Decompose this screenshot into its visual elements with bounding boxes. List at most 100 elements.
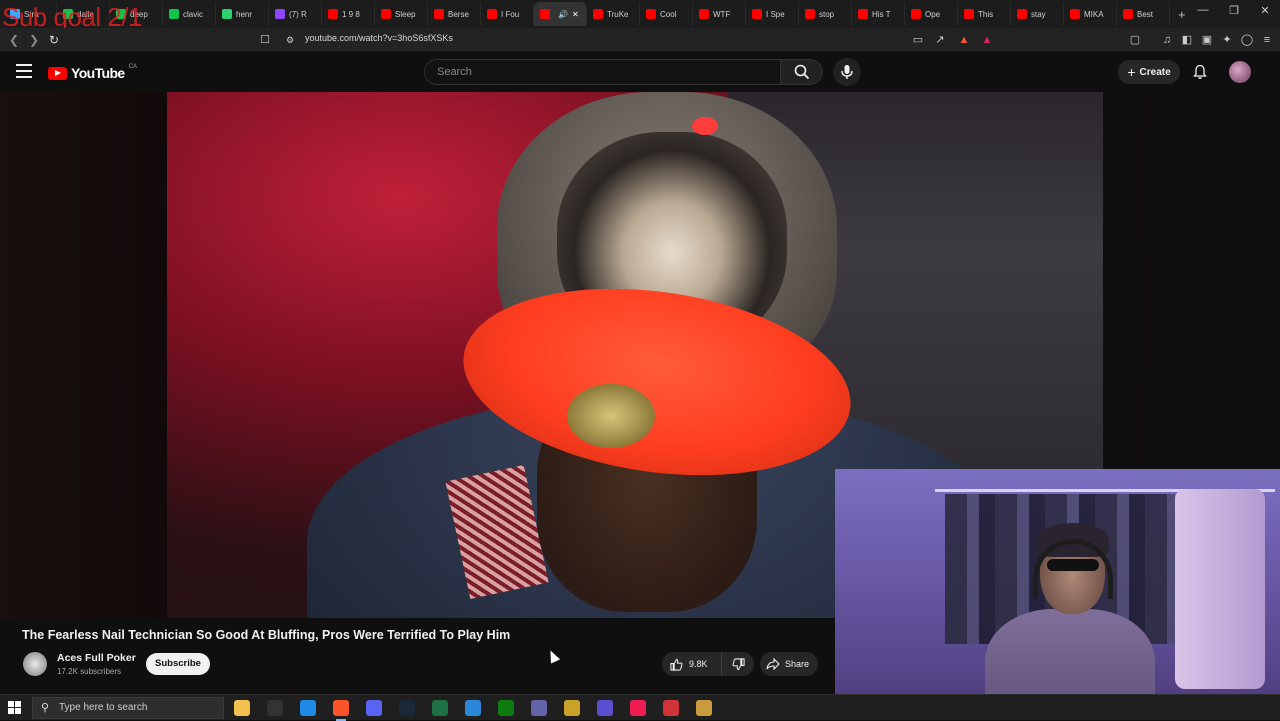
tab-favicon-icon xyxy=(116,9,126,19)
tab-label: This xyxy=(978,9,994,19)
browser-tab[interactable]: Ope xyxy=(905,2,958,26)
hanging-jacket xyxy=(1175,489,1265,689)
tiktok-icon[interactable] xyxy=(630,700,646,716)
tab-label: Ope xyxy=(925,9,941,19)
vpn-icon[interactable]: ◯ xyxy=(1240,33,1254,47)
taskbar-search-placeholder: Type here to search xyxy=(59,702,148,713)
subscribe-button[interactable]: Subscribe xyxy=(146,653,210,675)
account-avatar[interactable] xyxy=(1229,61,1251,83)
channel-avatar[interactable] xyxy=(23,652,47,676)
bookmark-icon[interactable]: ☐ xyxy=(258,33,272,47)
browser-tab[interactable]: I Spe xyxy=(746,2,799,26)
discord-icon[interactable] xyxy=(366,700,382,716)
plus-icon: + xyxy=(1127,64,1136,80)
tab-favicon-icon xyxy=(10,9,20,19)
tab-favicon-icon xyxy=(1123,9,1133,19)
tab-label: stay xyxy=(1031,9,1046,19)
notifications-bell-icon[interactable] xyxy=(1192,64,1208,80)
browser-tab[interactable]: I Fou xyxy=(481,2,534,26)
tab-favicon-icon xyxy=(593,9,603,19)
browser-tab[interactable]: Best xyxy=(1117,2,1170,26)
address-bar: ❮ ❯ ↻ ☐ ⚙ youtube.com/watch?v=3hoS6sfXSK… xyxy=(0,28,1280,52)
browser-tab[interactable]: henr xyxy=(216,2,269,26)
thumbs-down-icon xyxy=(732,657,745,670)
browser-tab[interactable]: stay xyxy=(1011,2,1064,26)
reload-icon[interactable]: ↻ xyxy=(46,32,62,48)
browser-tab[interactable]: clavic xyxy=(163,2,216,26)
tab-close-icon[interactable]: ✕ xyxy=(572,10,579,19)
file-explorer-icon[interactable] xyxy=(234,700,250,716)
youtube-logo[interactable]: YouTube CA xyxy=(48,64,137,81)
panel-icon[interactable]: ◧ xyxy=(1180,33,1194,47)
browser-tab[interactable]: Berse xyxy=(428,2,481,26)
guide-menu-icon[interactable] xyxy=(16,64,32,78)
voice-search-button[interactable] xyxy=(833,58,861,86)
browser-tab[interactable]: Sleep xyxy=(375,2,428,26)
tab-favicon-icon xyxy=(1070,9,1080,19)
tab-favicon-icon xyxy=(275,9,285,19)
browser-tab[interactable]: stop xyxy=(799,2,852,26)
tab-label: I Fou xyxy=(501,9,520,19)
browser-tab[interactable]: Stra xyxy=(4,2,57,26)
xbox-icon[interactable] xyxy=(498,700,514,716)
share-page-icon[interactable]: ↗ xyxy=(933,33,947,47)
tab-favicon-icon xyxy=(487,9,497,19)
search-button[interactable] xyxy=(781,59,823,85)
stats-icon[interactable] xyxy=(564,700,580,716)
leo-icon[interactable]: ✦ xyxy=(1220,33,1234,47)
cast-icon[interactable]: ▭ xyxy=(911,33,925,47)
tab-label: Cool xyxy=(660,9,677,19)
site-info-icon[interactable]: ⚙ xyxy=(283,33,297,47)
browser-tab[interactable]: 1 9 8 xyxy=(322,2,375,26)
steam-icon[interactable] xyxy=(399,700,415,716)
share-button[interactable]: Share xyxy=(760,652,818,676)
restore-icon[interactable]: ❐ xyxy=(1219,4,1249,17)
spreadsheet-icon[interactable] xyxy=(432,700,448,716)
browser-tab-active[interactable]: 🔊 ✕ xyxy=(534,2,587,26)
lol-icon[interactable] xyxy=(696,700,712,716)
shield-icon[interactable] xyxy=(531,700,547,716)
back-icon[interactable]: ❮ xyxy=(6,32,22,48)
browser-tab[interactable]: MIKA xyxy=(1064,2,1117,26)
sidebar-toggle-icon[interactable]: ▢ xyxy=(1128,33,1142,47)
edge-icon[interactable] xyxy=(300,700,316,716)
browser-tab[interactable]: dalle xyxy=(57,2,110,26)
search-icon xyxy=(794,64,810,80)
browser-tab[interactable]: WTF xyxy=(693,2,746,26)
browser-tab[interactable]: deep xyxy=(110,2,163,26)
tab-label: (7) R xyxy=(289,9,307,19)
search-input[interactable]: Search xyxy=(424,59,781,85)
music-icon[interactable]: ♫ xyxy=(1160,33,1174,47)
browser-tab[interactable]: (7) R xyxy=(269,2,322,26)
dislike-button[interactable] xyxy=(722,652,754,676)
tab-favicon-icon xyxy=(540,9,550,19)
create-button[interactable]: + Create xyxy=(1118,60,1180,84)
browser-tab[interactable]: Cool xyxy=(640,2,693,26)
like-button[interactable]: 9.8K xyxy=(662,652,722,676)
youtube-play-icon xyxy=(48,66,67,80)
close-window-icon[interactable]: ✕ xyxy=(1250,4,1280,17)
messenger-icon[interactable] xyxy=(597,700,613,716)
minimize-icon[interactable]: — xyxy=(1188,4,1218,16)
taskbar-search-input[interactable]: ⚲ Type here to search xyxy=(32,697,224,719)
app-icon[interactable] xyxy=(465,700,481,716)
browser-tab[interactable]: TruKe xyxy=(587,2,640,26)
windows-start-icon[interactable] xyxy=(8,701,22,715)
brave-shields-icon[interactable]: ▲ xyxy=(957,33,971,47)
menu-icon[interactable]: ≡ xyxy=(1260,33,1274,47)
epic-games-icon[interactable] xyxy=(267,700,283,716)
brave-rewards-icon[interactable]: ▲ xyxy=(980,33,994,47)
browser-tab[interactable]: This xyxy=(958,2,1011,26)
create-label: Create xyxy=(1139,66,1171,78)
url-field[interactable]: youtube.com/watch?v=3hoS6sfXSKs xyxy=(305,33,453,43)
tab-label: deep xyxy=(130,9,148,19)
wallet-icon[interactable]: ▣ xyxy=(1200,33,1214,47)
brave-icon[interactable] xyxy=(333,700,349,721)
channel-name[interactable]: Aces Full Poker xyxy=(57,652,136,664)
forward-icon[interactable]: ❯ xyxy=(26,32,42,48)
video-title: The Fearless Nail Technician So Good At … xyxy=(22,628,511,642)
tab-label: His T xyxy=(872,9,891,19)
browser-tab[interactable]: His T xyxy=(852,2,905,26)
tab-audio-icon[interactable]: 🔊 xyxy=(558,10,568,19)
hub-icon[interactable] xyxy=(663,700,679,716)
